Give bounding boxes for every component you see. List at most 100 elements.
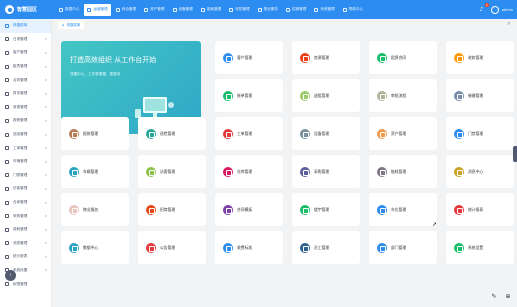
topnav-label: 物业服务 — [263, 7, 278, 11]
topnav-item-5[interactable]: 能耗管理 — [198, 4, 224, 16]
quick-card[interactable]: 催缴管理 — [446, 79, 514, 112]
quick-card[interactable]: 客户管理 — [215, 41, 283, 74]
quick-card[interactable]: 租赁合同 — [369, 41, 437, 74]
quick-card[interactable]: 收款管理 — [446, 41, 514, 74]
quick-card[interactable]: 门禁管理 — [446, 117, 514, 150]
chevron-down-icon: ∨ — [44, 200, 47, 205]
quick-card[interactable]: 退租管理 — [292, 79, 360, 112]
user-name[interactable]: admin — [502, 8, 513, 12]
sidebar-item-8[interactable]: 巡检管理 ∨ — [0, 128, 51, 142]
quick-card[interactable]: 车位管理 — [369, 193, 437, 226]
sidebar-item-11[interactable]: 门禁管理 ∨ — [0, 169, 51, 183]
quick-card[interactable]: 设备管理 — [292, 117, 360, 150]
sidebar-item-10[interactable]: 车辆管理 ∨ — [0, 155, 51, 169]
quick-card[interactable]: 工单管理 — [215, 117, 283, 150]
quick-card-label: 公告管理 — [160, 244, 176, 250]
topnav-item-8[interactable]: 招商管理 — [283, 4, 309, 16]
app-icon — [69, 128, 79, 139]
quick-card[interactable]: 合同模板 — [215, 193, 283, 226]
quick-card[interactable]: 巡检管理 — [138, 117, 206, 150]
sidebar-item-2[interactable]: 客户管理 ∨ — [0, 46, 51, 60]
quick-card-label: 楼宇管理 — [314, 206, 330, 212]
quick-card-label: 退租管理 — [314, 92, 330, 98]
topnav-item-6[interactable]: 安防管理 — [226, 4, 252, 16]
sidebar-item-3[interactable]: 租赁管理 ∨ — [0, 60, 51, 74]
chevron-down-icon: ∨ — [44, 118, 47, 123]
sidebar-item-1[interactable]: 日常管理 ∨ — [0, 33, 51, 47]
menu-icon — [5, 132, 9, 137]
topnav-item-4[interactable]: 设备管理 — [170, 4, 196, 16]
topnav-item-7[interactable]: 物业服务 — [255, 4, 281, 16]
tabs-close-icon[interactable]: × — [507, 21, 511, 27]
quick-card[interactable]: 公告管理 — [138, 231, 206, 264]
quick-card[interactable]: 招商管理 — [138, 193, 206, 226]
topnav-item-10[interactable]: 帮助中心 — [340, 4, 366, 16]
zoom-icon[interactable]: ⊕ — [504, 293, 512, 301]
topnav-icon — [314, 7, 319, 12]
sidebar-collapse-icon[interactable]: ‹ — [5, 270, 16, 281]
topnav-icon — [286, 7, 290, 12]
quick-card[interactable]: 楼宇管理 — [292, 193, 360, 226]
sidebar-item-12[interactable]: 访客管理 ∨ — [0, 182, 51, 196]
app-logo[interactable]: 智慧园区 — [0, 5, 56, 14]
topnav-icon — [59, 7, 63, 12]
sidebar-item-17[interactable]: 统计报表 ∨ — [0, 250, 51, 264]
topnav-icon — [342, 7, 347, 12]
quick-card[interactable]: 消息中心 — [446, 155, 514, 188]
quick-card[interactable]: 仓库管理 — [215, 155, 283, 188]
sidebar-item-label: 权限管理 — [13, 281, 28, 286]
sidebar-item-7[interactable]: 报修管理 ∨ — [0, 114, 51, 128]
quick-card[interactable]: 访客管理 — [138, 155, 206, 188]
quick-card[interactable]: 资产管理 — [369, 117, 437, 150]
main-content: ⌂ 快捷菜单 × 打造高效组织 从工作台开始 快捷中心，工作更便捷、更高效 客户… — [55, 19, 517, 307]
sidebar-item-16[interactable]: 消息管理 ∨ — [0, 237, 51, 251]
sidebar-item-label: 合同管理 — [13, 77, 28, 82]
quick-card[interactable]: 数据中心 — [61, 231, 129, 264]
quick-card-label: 收款管理 — [468, 54, 484, 60]
sidebar-item-9[interactable]: 工单管理 ∨ — [0, 141, 51, 155]
tab-quick-menu[interactable]: ⌂ 快捷菜单 — [58, 20, 85, 29]
quick-card[interactable]: 采购管理 — [292, 155, 360, 188]
banner-subtitle: 快捷中心，工作更便捷、更高效 — [70, 72, 121, 76]
sidebar-item-14[interactable]: 采购管理 ∨ — [0, 209, 51, 223]
sidebar-item-label: 快捷菜单 — [13, 23, 28, 28]
sidebar-item-0[interactable]: 快捷菜单 — [0, 19, 51, 33]
quick-card[interactable]: 审批流程 — [369, 79, 437, 112]
user-avatar-icon[interactable] — [490, 5, 499, 14]
quick-card[interactable]: 部门管理 — [369, 231, 437, 264]
quick-card[interactable]: 系统设置 — [446, 231, 514, 264]
app-icon — [377, 242, 387, 253]
quick-card[interactable]: 能耗管理 — [369, 155, 437, 188]
topnav-item-2[interactable]: 综合管理 — [113, 4, 139, 16]
topnav-item-9[interactable]: 系统管理 — [311, 4, 337, 16]
menu-icon — [5, 200, 9, 205]
menu-icon — [5, 105, 9, 110]
quick-card[interactable]: 统计报表 — [446, 193, 514, 226]
quick-card-label: 客户管理 — [237, 54, 253, 60]
quick-card[interactable]: 收费标准 — [215, 231, 283, 264]
app-icon — [300, 166, 310, 177]
sidebar-item-label: 工单管理 — [13, 145, 28, 150]
bell-icon[interactable]: ♪ 2 — [478, 3, 489, 13]
app-icon — [377, 52, 387, 63]
topnav-item-0[interactable]: 数据中心 — [56, 4, 82, 16]
quick-card[interactable]: 物业服务 — [61, 193, 129, 226]
quick-card[interactable]: 车辆管理 — [61, 155, 129, 188]
quick-card[interactable]: 房源管理 — [292, 41, 360, 74]
quick-card[interactable]: 账单管理 — [215, 79, 283, 112]
sidebar-item-5[interactable]: 财务管理 ∨ — [0, 87, 51, 101]
sidebar-item-13[interactable]: 仓库管理 ∨ — [0, 196, 51, 210]
quick-card[interactable]: 员工管理 — [292, 231, 360, 264]
sidebar-item-label: 仓库管理 — [13, 200, 28, 205]
topnav-item-3[interactable]: 资产管理 — [141, 4, 167, 16]
app-icon — [146, 242, 156, 253]
topnav-item-1[interactable]: 运营管理 — [84, 3, 111, 16]
chevron-down-icon: ∨ — [44, 105, 47, 110]
sidebar-item-6[interactable]: 收费管理 ∨ — [0, 101, 51, 115]
right-drawer-handle[interactable] — [513, 146, 517, 162]
sidebar-item-4[interactable]: 合同管理 ∨ — [0, 73, 51, 87]
quick-card[interactable]: 报修管理 — [61, 117, 129, 150]
sidebar-item-15[interactable]: 能耗管理 ∨ — [0, 223, 51, 237]
edit-icon[interactable]: ✎ — [490, 293, 498, 301]
app-icon — [377, 204, 387, 215]
